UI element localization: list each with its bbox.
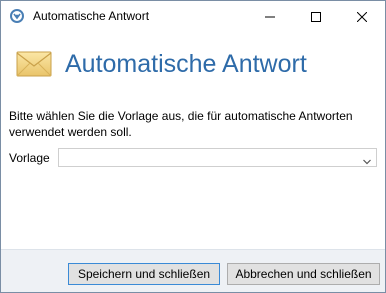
maximize-icon [311, 11, 321, 22]
app-icon [9, 8, 25, 24]
title-bar: Automatische Antwort [1, 1, 385, 32]
maximize-button[interactable] [293, 1, 339, 32]
envelope-icon [16, 49, 52, 77]
template-select[interactable] [58, 148, 377, 167]
dialog-window: Automatische Antwort Automatische Antwor… [0, 0, 386, 293]
close-button[interactable] [339, 1, 385, 32]
save-and-close-button[interactable]: Speichern und schließen [68, 263, 220, 285]
minimize-icon [265, 16, 275, 17]
dialog-footer: Speichern und schließen Abbrechen und sc… [1, 249, 385, 292]
minimize-button[interactable] [247, 1, 293, 32]
window-title: Automatische Antwort [33, 9, 150, 23]
close-icon [357, 11, 367, 22]
cancel-and-close-button[interactable]: Abbrechen und schließen [227, 263, 380, 285]
dialog-header: Automatische Antwort [1, 32, 385, 96]
page-title: Automatische Antwort [65, 50, 307, 78]
template-label: Vorlage [9, 151, 50, 165]
dialog-content: Bitte wählen Sie die Vorlage aus, die fü… [1, 96, 385, 249]
chevron-down-icon [363, 154, 371, 165]
instruction-text: Bitte wählen Sie die Vorlage aus, die fü… [9, 109, 353, 139]
